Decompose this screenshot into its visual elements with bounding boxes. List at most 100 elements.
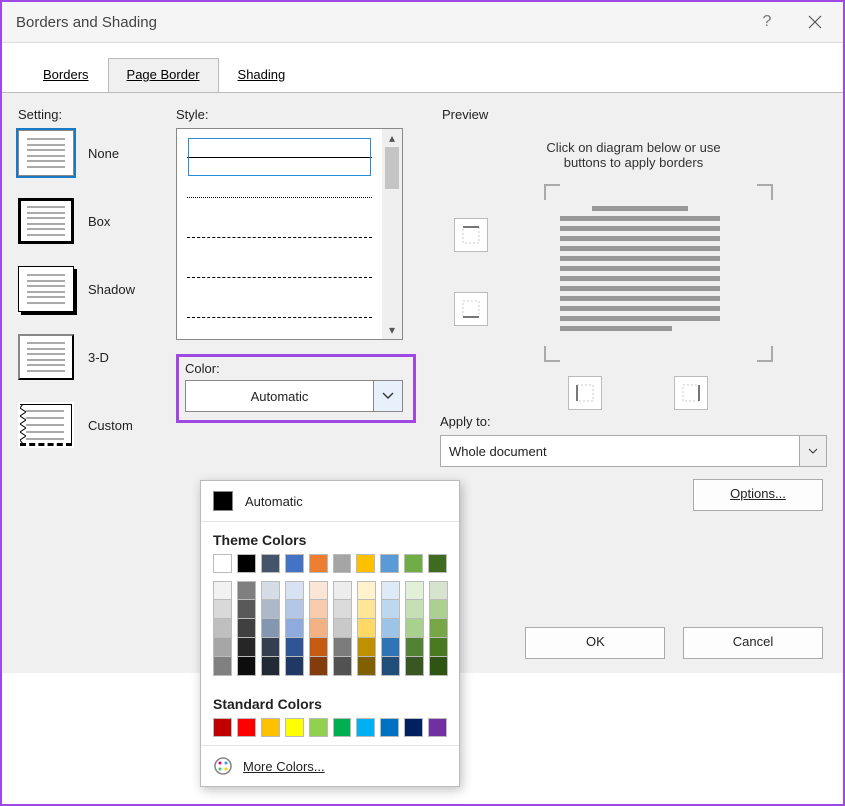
border-left-button[interactable] — [568, 376, 602, 410]
color-swatch[interactable] — [261, 619, 280, 638]
color-swatch[interactable] — [429, 638, 448, 657]
color-swatch[interactable] — [405, 657, 424, 676]
color-swatch[interactable] — [357, 638, 376, 657]
border-bottom-button[interactable] — [454, 292, 488, 326]
color-swatch[interactable] — [213, 581, 232, 600]
color-swatch[interactable] — [309, 718, 328, 737]
color-swatch[interactable] — [428, 718, 447, 737]
color-swatch[interactable] — [285, 600, 304, 619]
color-swatch[interactable] — [213, 718, 232, 737]
border-right-button[interactable] — [674, 376, 708, 410]
color-swatch[interactable] — [357, 581, 376, 600]
color-swatch[interactable] — [381, 619, 400, 638]
color-swatch[interactable] — [309, 619, 328, 638]
preview-diagram[interactable] — [440, 184, 827, 404]
color-swatch[interactable] — [237, 619, 256, 638]
color-swatch[interactable] — [213, 600, 232, 619]
color-swatch[interactable] — [333, 619, 352, 638]
color-swatch[interactable] — [261, 657, 280, 676]
color-swatch[interactable] — [380, 554, 399, 573]
color-swatch[interactable] — [237, 554, 256, 573]
color-swatch[interactable] — [237, 718, 256, 737]
color-swatch[interactable] — [333, 554, 352, 573]
color-automatic-option[interactable]: Automatic — [201, 481, 459, 522]
color-swatch[interactable] — [309, 554, 328, 573]
color-swatch[interactable] — [285, 619, 304, 638]
tab-borders[interactable]: Borders — [24, 58, 108, 93]
color-swatch[interactable] — [261, 600, 280, 619]
style-option-dashed-fine[interactable] — [187, 217, 372, 257]
color-swatch[interactable] — [237, 581, 256, 600]
scroll-thumb[interactable] — [385, 147, 399, 189]
style-option-dotted[interactable] — [187, 177, 372, 217]
cancel-button[interactable]: Cancel — [683, 627, 823, 659]
color-swatch[interactable] — [357, 600, 376, 619]
style-option-dashed[interactable] — [187, 257, 372, 297]
ok-button[interactable]: OK — [525, 627, 665, 659]
color-swatch[interactable] — [237, 657, 256, 676]
color-swatch[interactable] — [285, 718, 304, 737]
color-swatch[interactable] — [213, 657, 232, 676]
color-swatch[interactable] — [237, 638, 256, 657]
color-swatch[interactable] — [333, 718, 352, 737]
color-swatch[interactable] — [213, 638, 232, 657]
color-swatch[interactable] — [333, 638, 352, 657]
color-swatch[interactable] — [309, 581, 328, 600]
color-swatch[interactable] — [261, 581, 280, 600]
color-swatch[interactable] — [356, 554, 375, 573]
color-swatch[interactable] — [429, 581, 448, 600]
color-swatch[interactable] — [405, 600, 424, 619]
help-button[interactable]: ? — [743, 2, 791, 42]
color-swatch[interactable] — [405, 638, 424, 657]
style-option-dashdot[interactable] — [187, 297, 372, 337]
tab-page-border[interactable]: Page Border — [108, 58, 219, 93]
setting-custom-icon[interactable] — [18, 402, 74, 448]
color-swatch[interactable] — [404, 554, 423, 573]
style-option-solid[interactable] — [187, 137, 372, 177]
style-listbox[interactable]: ▴ ▾ — [176, 128, 403, 340]
color-swatch[interactable] — [285, 657, 304, 676]
color-swatch[interactable] — [429, 619, 448, 638]
color-swatch[interactable] — [381, 581, 400, 600]
apply-to-dropdown[interactable]: Whole document — [440, 435, 827, 467]
close-button[interactable] — [791, 2, 839, 42]
tab-shading[interactable]: Shading — [219, 58, 305, 93]
color-swatch[interactable] — [429, 600, 448, 619]
scroll-up-icon[interactable]: ▴ — [389, 131, 395, 145]
color-swatch[interactable] — [404, 718, 423, 737]
scroll-down-icon[interactable]: ▾ — [389, 323, 395, 337]
color-swatch[interactable] — [405, 619, 424, 638]
color-swatch[interactable] — [285, 581, 304, 600]
color-swatch[interactable] — [381, 600, 400, 619]
color-swatch[interactable] — [261, 718, 280, 737]
setting-3d-icon[interactable] — [18, 334, 74, 380]
chevron-down-icon[interactable] — [373, 381, 402, 411]
color-swatch[interactable] — [309, 600, 328, 619]
chevron-down-icon[interactable] — [799, 436, 826, 466]
color-swatch[interactable] — [285, 638, 304, 657]
color-swatch[interactable] — [261, 554, 280, 573]
more-colors-option[interactable]: More Colors... — [201, 745, 459, 786]
color-swatch[interactable] — [357, 619, 376, 638]
color-swatch[interactable] — [356, 718, 375, 737]
color-swatch[interactable] — [213, 619, 232, 638]
color-swatch[interactable] — [285, 554, 304, 573]
color-swatch[interactable] — [357, 657, 376, 676]
color-swatch[interactable] — [213, 554, 232, 573]
color-swatch[interactable] — [429, 657, 448, 676]
options-button[interactable]: Options... — [693, 479, 823, 511]
color-swatch[interactable] — [261, 638, 280, 657]
setting-shadow-icon[interactable] — [18, 266, 74, 312]
setting-none-icon[interactable] — [18, 130, 74, 176]
color-swatch[interactable] — [333, 657, 352, 676]
color-swatch[interactable] — [309, 638, 328, 657]
color-dropdown[interactable]: Automatic — [185, 380, 403, 412]
border-top-button[interactable] — [454, 218, 488, 252]
style-scrollbar[interactable]: ▴ ▾ — [382, 129, 402, 339]
color-swatch[interactable] — [333, 581, 352, 600]
color-swatch[interactable] — [333, 600, 352, 619]
setting-box-icon[interactable] — [18, 198, 74, 244]
color-swatch[interactable] — [381, 657, 400, 676]
color-swatch[interactable] — [381, 638, 400, 657]
color-swatch[interactable] — [405, 581, 424, 600]
